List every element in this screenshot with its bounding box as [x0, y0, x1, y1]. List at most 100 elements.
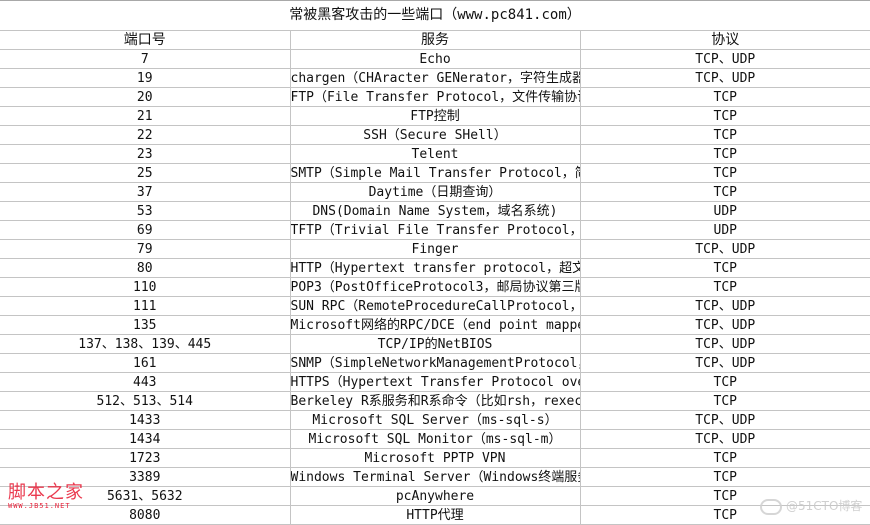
- protocol-cell: TCP: [579, 505, 870, 525]
- service-cell: HTTPS（Hypertext Transfer Protocol over S…: [289, 372, 581, 392]
- port-cell: 22: [0, 125, 291, 145]
- protocol-cell: TCP、UDP: [579, 315, 870, 335]
- service-cell: HTTP代理: [289, 505, 581, 525]
- port-cell: 512、513、514: [0, 391, 291, 411]
- header-service: 服务: [289, 30, 581, 50]
- protocol-cell: TCP、UDP: [579, 239, 870, 259]
- service-cell: Windows Terminal Server（Windows终端服务器）: [289, 467, 581, 487]
- service-cell: POP3（PostOfficeProtocol3，邮局协议第三版）: [289, 277, 581, 297]
- ports-table: 常被黑客攻击的一些端口（www.pc841.com） 端口号 服务 协议 7 Ec…: [0, 1, 870, 525]
- table-row: 135 Microsoft网络的RPC/DCE（end point mapper）…: [0, 315, 870, 335]
- port-cell: 137、138、139、445: [0, 334, 291, 354]
- port-cell: 1723: [0, 448, 291, 468]
- port-cell: 3389: [0, 467, 291, 487]
- table-title: 常被黑客攻击的一些端口（www.pc841.com）: [0, 1, 870, 31]
- protocol-cell: TCP: [579, 125, 870, 145]
- service-cell: pcAnywhere: [289, 486, 581, 506]
- port-cell: 8080: [0, 505, 291, 525]
- protocol-cell: TCP: [579, 106, 870, 126]
- table-row: 443HTTPS（Hypertext Transfer Protocol ove…: [0, 372, 870, 392]
- port-cell: 53: [0, 201, 291, 221]
- protocol-cell: TCP: [579, 258, 870, 278]
- port-cell: 110: [0, 277, 291, 297]
- service-cell: Daytime（日期查询）: [289, 182, 581, 202]
- service-cell: Microsoft PPTP VPN: [289, 448, 581, 468]
- port-cell: 25: [0, 163, 291, 183]
- table-row: 69TFTP（Trivial File Transfer Protocol，简单…: [0, 220, 870, 240]
- table-row: 25SMTP（Simple Mail Transfer Protocol，简单邮…: [0, 163, 870, 183]
- port-cell: 37: [0, 182, 291, 202]
- port-cell: 1434: [0, 429, 291, 449]
- service-cell: TFTP（Trivial File Transfer Protocol，简单文件…: [289, 220, 581, 240]
- port-cell: 23: [0, 144, 291, 164]
- port-cell: 80: [0, 258, 291, 278]
- port-cell: 5631、5632: [0, 486, 291, 506]
- protocol-cell: TCP: [579, 87, 870, 107]
- service-cell: SUN RPC（RemoteProcedureCallProtocol，远程过程…: [289, 296, 581, 316]
- table-row: 37 Daytime（日期查询） TCP: [0, 182, 870, 202]
- table-row: 19 chargen（CHAracter GENerator，字符生成器） TCP、…: [0, 68, 870, 88]
- protocol-cell: TCP、UDP: [579, 410, 870, 430]
- table-row: 21 FTP控制 TCP: [0, 106, 870, 126]
- table-row: 3389Windows Terminal Server（Windows终端服务器…: [0, 467, 870, 487]
- header-port: 端口号: [0, 30, 291, 50]
- service-cell: Microsoft网络的RPC/DCE（end point mapper）: [289, 315, 581, 335]
- protocol-cell: TCP、UDP: [579, 334, 870, 354]
- port-cell: 443: [0, 372, 291, 392]
- protocol-cell: UDP: [579, 220, 870, 240]
- service-cell: SMTP（Simple Mail Transfer Protocol，简单邮件传…: [289, 163, 581, 183]
- protocol-cell: TCP: [579, 372, 870, 392]
- protocol-cell: TCP: [579, 163, 870, 183]
- table-row: 23 Telent TCP: [0, 144, 870, 164]
- protocol-cell: TCP、UDP: [579, 49, 870, 69]
- protocol-cell: TCP: [579, 448, 870, 468]
- table-row: 1433 Microsoft SQL Server（ms-sql-s） TCP、UD…: [0, 410, 870, 430]
- table-row: 161SNMP（SimpleNetworkManagementProtocol，…: [0, 353, 870, 373]
- table-row: 5631、5632 pcAnywhere TCP: [0, 486, 870, 506]
- port-cell: 19: [0, 68, 291, 88]
- service-cell: Finger: [289, 239, 581, 259]
- protocol-cell: TCP: [579, 182, 870, 202]
- table-row: 80HTTP（Hypertext transfer protocol，超文本传输…: [0, 258, 870, 278]
- port-cell: 111: [0, 296, 291, 316]
- protocol-cell: TCP、UDP: [579, 353, 870, 373]
- port-cell: 20: [0, 87, 291, 107]
- table-row: 7 Echo TCP、UDP: [0, 49, 870, 69]
- table-row: 79 Finger TCP、UDP: [0, 239, 870, 259]
- protocol-cell: TCP: [579, 467, 870, 487]
- service-cell: Echo: [289, 49, 581, 69]
- service-cell: FTP（File Transfer Protocol，文件传输协议）数据: [289, 87, 581, 107]
- table-row: 1434 Microsoft SQL Monitor（ms-sql-m） TCP、U…: [0, 429, 870, 449]
- protocol-cell: TCP、UDP: [579, 68, 870, 88]
- service-cell: Microsoft SQL Server（ms-sql-s）: [289, 410, 581, 430]
- service-cell: Berkeley R系服务和R系命令（比如rsh，rexec和rlogin）: [289, 391, 581, 411]
- service-cell: SSH（Secure SHell）: [289, 125, 581, 145]
- table-row: 8080 HTTP代理 TCP: [0, 505, 870, 525]
- port-cell: 7: [0, 49, 291, 69]
- table-row: 512、513、514 Berkeley R系服务和R系命令（比如rsh，rexe…: [0, 391, 870, 411]
- protocol-cell: TCP、UDP: [579, 429, 870, 449]
- table-row: 53 DNS(Domain Name System，域名系统) UDP: [0, 201, 870, 221]
- table-row: 22 SSH（Secure SHell） TCP: [0, 125, 870, 145]
- table-row: 20FTP（File Transfer Protocol，文件传输协议）数据TC…: [0, 87, 870, 107]
- service-cell: Microsoft SQL Monitor（ms-sql-m）: [289, 429, 581, 449]
- header-row: 端口号 服务 协议: [0, 30, 870, 50]
- port-cell: 1433: [0, 410, 291, 430]
- protocol-cell: UDP: [579, 201, 870, 221]
- port-cell: 135: [0, 315, 291, 335]
- table-row: 137、138、139、445 TCP/IP的NetBIOS TCP、UDP: [0, 334, 870, 354]
- protocol-cell: TCP: [579, 144, 870, 164]
- service-cell: TCP/IP的NetBIOS: [289, 334, 581, 354]
- table-row: 110 POP3（PostOfficeProtocol3，邮局协议第三版） TCP: [0, 277, 870, 297]
- table-row: 1723 Microsoft PPTP VPN TCP: [0, 448, 870, 468]
- service-cell: Telent: [289, 144, 581, 164]
- protocol-cell: TCP: [579, 277, 870, 297]
- protocol-cell: TCP: [579, 391, 870, 411]
- port-cell: 161: [0, 353, 291, 373]
- service-cell: FTP控制: [289, 106, 581, 126]
- title-row: 常被黑客攻击的一些端口（www.pc841.com）: [0, 1, 870, 31]
- port-cell: 79: [0, 239, 291, 259]
- port-cell: 21: [0, 106, 291, 126]
- service-cell: HTTP（Hypertext transfer protocol，超文本传输协议…: [289, 258, 581, 278]
- header-protocol: 协议: [579, 30, 870, 50]
